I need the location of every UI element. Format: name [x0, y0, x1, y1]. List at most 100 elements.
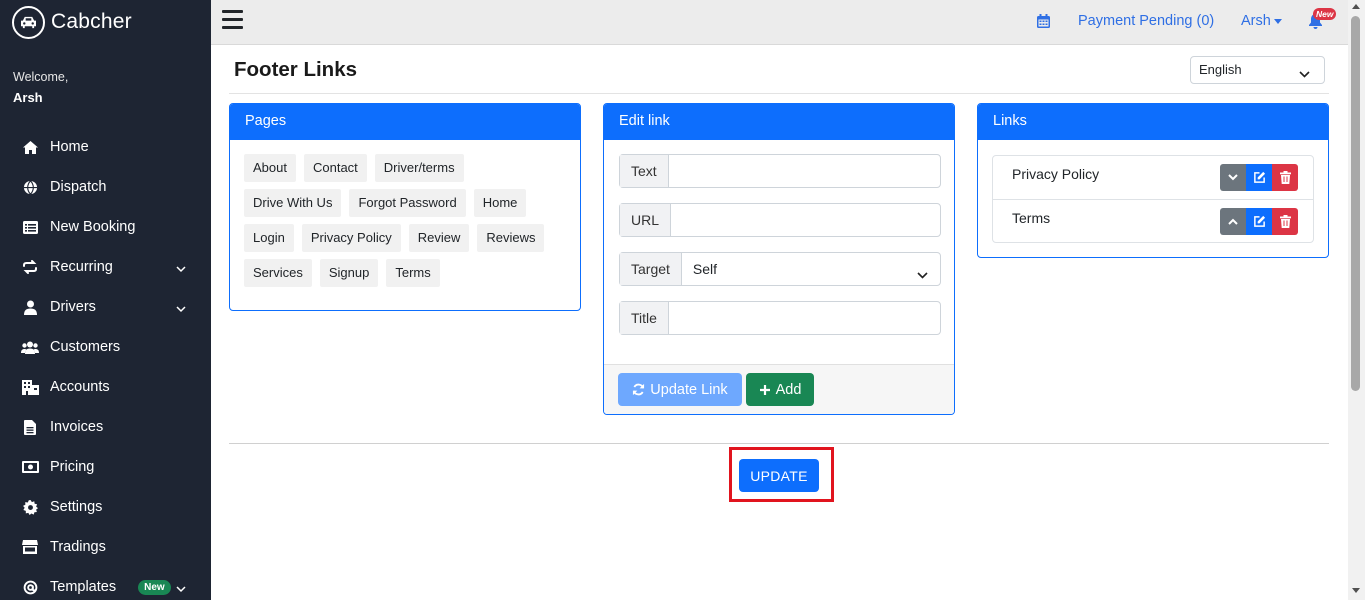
store-icon	[21, 538, 39, 556]
sidebar-item-label: Templates	[50, 579, 117, 595]
gear-icon	[21, 498, 39, 516]
edit-link-card-title: Edit link	[604, 104, 954, 140]
sidebar-item-accounts[interactable]: Accounts	[0, 367, 211, 407]
payment-pending-link[interactable]: Payment Pending (0)	[1078, 13, 1214, 29]
scroll-down-arrow-icon[interactable]	[1352, 588, 1360, 593]
list-icon	[21, 218, 39, 236]
home-icon	[21, 138, 39, 156]
hamburger-menu-icon[interactable]	[222, 10, 243, 30]
text-field-label: Text	[620, 155, 669, 187]
user-menu-label: Arsh	[1241, 13, 1271, 29]
money-icon	[21, 458, 39, 476]
sidebar-item-label: Pricing	[50, 459, 95, 475]
new-badge: New	[138, 579, 171, 595]
target-select[interactable]: Self	[682, 253, 940, 285]
update-button[interactable]: UPDATE	[739, 459, 819, 492]
page-tag[interactable]: Services	[244, 259, 312, 287]
title-input[interactable]	[669, 302, 940, 334]
chevron-down-icon	[1299, 66, 1310, 81]
brand[interactable]: Cabcher	[0, 0, 211, 44]
notification-badge: New	[1313, 8, 1337, 20]
page-tag[interactable]: Privacy Policy	[301, 224, 401, 252]
edit-button[interactable]	[1246, 208, 1272, 235]
scroll-up-arrow-icon[interactable]	[1352, 4, 1360, 9]
add-link-button[interactable]: Add	[746, 373, 814, 406]
chevron-down-icon	[176, 301, 186, 317]
sidebar-item-dispatch[interactable]: Dispatch	[0, 167, 211, 207]
page-tag[interactable]: Contact	[303, 154, 367, 182]
car-logo-icon	[12, 5, 45, 39]
sidebar-item-tradings[interactable]: Tradings	[0, 527, 211, 567]
page-tag[interactable]: Reviews	[477, 224, 545, 252]
page-tag[interactable]: Signup	[319, 259, 379, 287]
link-item: Privacy Policy	[993, 156, 1313, 199]
content-divider	[229, 443, 1329, 444]
link-item-actions	[1220, 208, 1298, 235]
sidebar-item-settings[interactable]: Settings	[0, 487, 211, 527]
target-select-value: Self	[692, 261, 718, 277]
page-tag[interactable]: Home	[473, 189, 527, 217]
topbar: Payment Pending (0) Arsh New	[211, 0, 1348, 45]
links-card-title: Links	[978, 104, 1328, 140]
link-item-label: Privacy Policy	[1012, 166, 1100, 182]
page-tag[interactable]: Login	[244, 224, 294, 252]
page-tag[interactable]: Driver/terms	[374, 154, 464, 182]
edit-link-card: Edit link Text URL Target Self Title Upd…	[603, 103, 955, 415]
sidebar-item-label: Recurring	[50, 259, 113, 275]
sidebar-item-label: Tradings	[50, 539, 106, 555]
delete-button[interactable]	[1272, 208, 1298, 235]
at-icon	[21, 578, 39, 596]
page-tag[interactable]: Terms	[386, 259, 440, 287]
sidebar-item-templates[interactable]: Templates New	[0, 567, 211, 600]
scroll-thumb[interactable]	[1351, 16, 1360, 391]
user-menu-dropdown[interactable]: Arsh	[1241, 13, 1282, 29]
file-icon	[21, 418, 39, 436]
repeat-icon	[21, 258, 39, 276]
page-tag[interactable]: About	[244, 154, 296, 182]
plus-icon	[759, 384, 771, 396]
calendar-icon[interactable]	[1037, 14, 1050, 31]
sidebar-item-pricing[interactable]: Pricing	[0, 447, 211, 487]
update-link-button[interactable]: Update Link	[618, 373, 742, 406]
sidebar-item-label: Accounts	[50, 379, 110, 395]
page-title: Footer Links	[234, 58, 358, 81]
page-scrollbar[interactable]	[1348, 0, 1365, 600]
sidebar-item-drivers[interactable]: Drivers	[0, 287, 211, 327]
title-field: Title	[619, 301, 941, 335]
page-tag[interactable]: Review	[408, 224, 470, 252]
sidebar-item-recurring[interactable]: Recurring	[0, 247, 211, 287]
sidebar-item-label: Settings	[50, 499, 103, 515]
sidebar-item-label: Customers	[50, 339, 121, 355]
page-tag[interactable]: Forgot Password	[349, 189, 466, 217]
url-field-label: URL	[620, 204, 672, 236]
edit-link-footer: Update Link Add	[604, 364, 954, 414]
page-tag[interactable]: Drive With Us	[244, 189, 342, 217]
sidebar-item-label: New Booking	[50, 219, 136, 235]
sync-icon	[632, 383, 645, 396]
chevron-down-icon	[176, 261, 186, 277]
language-select[interactable]: English	[1190, 56, 1325, 84]
delete-button[interactable]	[1272, 164, 1298, 191]
title-field-label: Title	[620, 302, 669, 334]
sidebar-item-customers[interactable]: Customers	[0, 327, 211, 367]
brand-name: Cabcher	[51, 10, 132, 33]
sidebar-item-label: Dispatch	[50, 179, 107, 195]
header-divider	[229, 93, 1329, 94]
text-field: Text	[619, 154, 941, 188]
move-down-button[interactable]	[1220, 164, 1246, 191]
sidebar-item-label: Drivers	[50, 299, 96, 315]
move-up-button[interactable]	[1220, 208, 1246, 235]
building-icon	[21, 378, 39, 396]
sidebar-item-label: Invoices	[50, 419, 104, 435]
edit-button[interactable]	[1246, 164, 1272, 191]
chevron-down-icon	[917, 266, 928, 282]
sidebar-item-label: Home	[50, 139, 89, 155]
text-input[interactable]	[669, 155, 940, 187]
sidebar-item-invoices[interactable]: Invoices	[0, 407, 211, 447]
sidebar-item-new-booking[interactable]: New Booking	[0, 207, 211, 247]
users-icon	[21, 338, 39, 356]
url-input[interactable]	[671, 204, 940, 236]
link-item-label: Terms	[1012, 210, 1051, 226]
link-item-actions	[1220, 164, 1298, 191]
sidebar-item-home[interactable]: Home	[0, 127, 211, 167]
